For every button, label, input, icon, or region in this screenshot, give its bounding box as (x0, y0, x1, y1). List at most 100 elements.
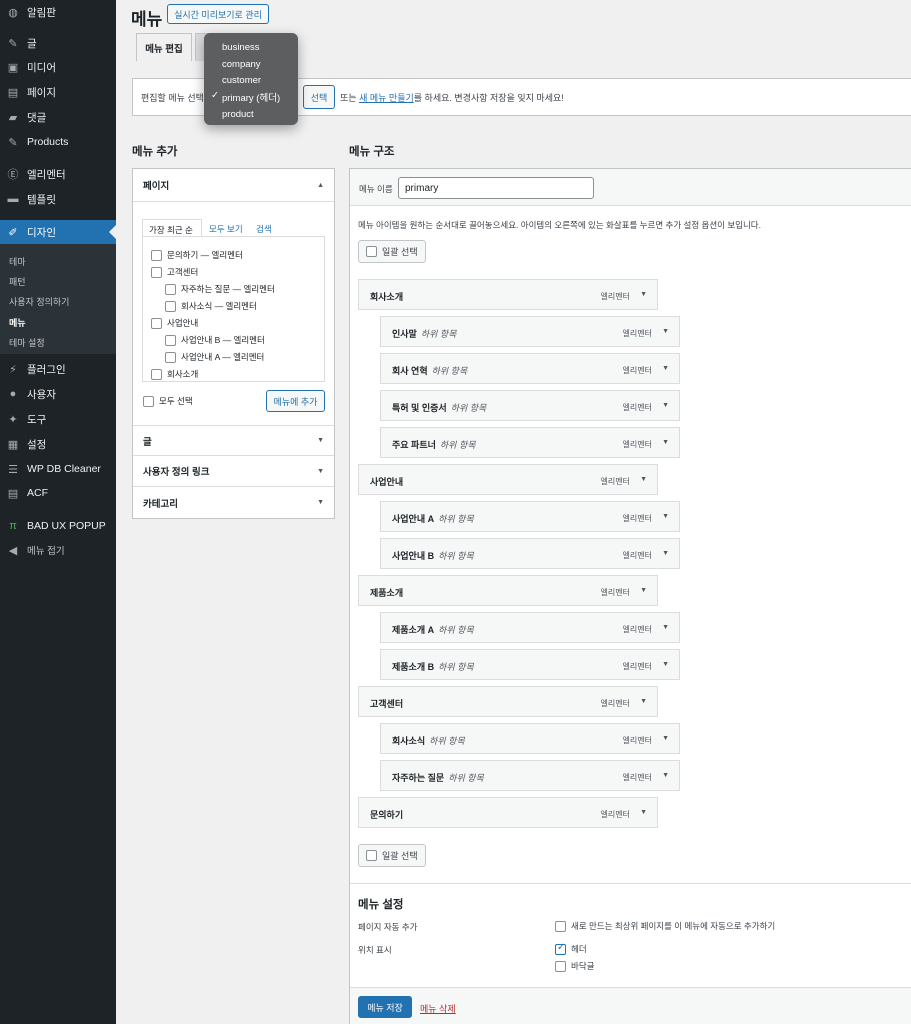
list-item[interactable]: 자주하는 질문 — 엘리멘터 (165, 283, 275, 295)
save-menu-button[interactable]: 메뉴 저장 (358, 996, 412, 1018)
dropdown-option[interactable]: customer (204, 72, 298, 89)
tab-search[interactable]: 검색 (256, 223, 272, 235)
checkbox[interactable] (165, 300, 176, 312)
menu-item-child[interactable]: 회사 연혁 하위 항목 엘리멘터 ▼ (380, 353, 680, 384)
expand-arrow-icon[interactable]: ▼ (662, 624, 669, 631)
menu-item-child[interactable]: 회사소식 하위 항목 엘리멘터 ▼ (380, 723, 680, 754)
menu-item[interactable]: 사업안내 엘리멘터 ▼ (358, 464, 658, 495)
checkbox[interactable] (555, 960, 566, 972)
menu-item-child[interactable]: 사업안내 A 하위 항목 엘리멘터 ▼ (380, 501, 680, 532)
checkbox-checked[interactable] (555, 942, 566, 955)
sidebar-item-plugins[interactable]: ⚡ 플러그인 (0, 357, 116, 381)
menu-item-child[interactable]: 주요 파트너 하위 항목 엘리멘터 ▼ (380, 427, 680, 458)
sidebar-item-settings[interactable]: ▦ 설정 (0, 432, 116, 456)
sidebar-item-products[interactable]: ✎ Products (0, 130, 116, 154)
expand-arrow-icon[interactable]: ▼ (662, 772, 669, 779)
menu-name-input[interactable] (398, 177, 594, 199)
menu-item[interactable]: 문의하기 엘리멘터 ▼ (358, 797, 658, 828)
checkbox[interactable] (151, 368, 162, 380)
checkbox[interactable] (165, 283, 176, 295)
checkbox[interactable] (555, 920, 566, 932)
sidebar-collapse[interactable]: ◀ 메뉴 접기 (0, 538, 116, 562)
expand-arrow-icon[interactable]: ▼ (662, 735, 669, 742)
list-item[interactable]: 고객센터 (151, 266, 198, 278)
tab-edit-menus[interactable]: 메뉴 편집 (136, 33, 192, 61)
list-item[interactable]: 문의하기 — 엘리멘터 (151, 249, 243, 261)
sidebar-item-acf[interactable]: ▤ ACF (0, 481, 116, 505)
menu-item-child[interactable]: 제품소개 A 하위 항목 엘리멘터 ▼ (380, 612, 680, 643)
dropdown-option-selected[interactable]: ✓ primary (헤더) (204, 89, 298, 106)
menu-item-child[interactable]: 제품소개 B 하위 항목 엘리멘터 ▼ (380, 649, 680, 680)
submenu-theme[interactable]: 테마 (9, 255, 26, 268)
submenu-theme-settings[interactable]: 테마 설정 (9, 336, 45, 349)
dropdown-option[interactable]: product (204, 106, 298, 123)
sidebar-item-comments[interactable]: ▰ 댓글 (0, 105, 116, 129)
sidebar-item-templates[interactable]: ▬ 템플릿 (0, 187, 116, 211)
expand-arrow-icon[interactable]: ▼ (640, 587, 647, 594)
live-preview-button[interactable]: 실시간 미리보기로 관리 (167, 4, 269, 24)
checkbox[interactable] (165, 334, 176, 346)
checkbox[interactable] (151, 249, 162, 261)
expand-arrow-icon[interactable]: ▼ (662, 439, 669, 446)
menu-item-child[interactable]: 특허 및 인증서 하위 항목 엘리멘터 ▼ (380, 390, 680, 421)
sidebar-item-posts[interactable]: ✎ 글 (0, 31, 116, 55)
list-item[interactable]: 회사소식 — 엘리멘터 (165, 300, 257, 312)
auto-add-option[interactable]: 새로 만드는 최상위 페이지를 이 메뉴에 자동으로 추가하기 (555, 920, 775, 932)
sidebar-item-elementor[interactable]: Ⓔ 엘리멘터 (0, 162, 116, 186)
expand-arrow-icon[interactable]: ▼ (640, 291, 647, 298)
submenu-patterns[interactable]: 패턴 (9, 275, 26, 288)
location-footer-option[interactable]: 바닥글 (555, 960, 594, 972)
checkbox[interactable] (151, 317, 162, 329)
tab-view-all[interactable]: 모두 보기 (209, 223, 243, 235)
menu-select-dropdown[interactable]: business company customer ✓ primary (헤더) … (204, 33, 298, 125)
expand-arrow-icon[interactable]: ▼ (662, 328, 669, 335)
sidebar-item-design[interactable]: ✐ 디자인 (0, 220, 116, 244)
posts-accordion-head[interactable]: 글 ▼ (133, 425, 334, 456)
sidebar-item-media[interactable]: ▣ 미디어 (0, 55, 116, 79)
bulk-select-button-bottom[interactable]: 일괄 선택 (358, 844, 426, 867)
select-all-pages[interactable]: 모두 선택 (143, 395, 193, 407)
sidebar-item-users[interactable]: ● 사용자 (0, 382, 116, 406)
list-item[interactable]: 사업안내 B — 엘리멘터 (165, 334, 265, 346)
expand-arrow-icon[interactable]: ▼ (640, 698, 647, 705)
pages-accordion-head[interactable]: 페이지 ▲ (133, 169, 334, 202)
expand-arrow-icon[interactable]: ▼ (662, 550, 669, 557)
sidebar-item-tools[interactable]: ✦ 도구 (0, 407, 116, 431)
menu-item[interactable]: 제품소개 엘리멘터 ▼ (358, 575, 658, 606)
menu-item[interactable]: 고객센터 엘리멘터 ▼ (358, 686, 658, 717)
add-to-menu-button[interactable]: 메뉴에 추가 (266, 390, 325, 412)
sidebar-item-bad-ux-popup[interactable]: π BAD UX POPUP (0, 514, 116, 538)
create-menu-link[interactable]: 새 메뉴 만들기 (359, 93, 414, 103)
expand-arrow-icon[interactable]: ▼ (640, 476, 647, 483)
categories-accordion-head[interactable]: 카테고리 ▼ (133, 487, 334, 518)
delete-menu-link[interactable]: 메뉴 삭제 (420, 1002, 456, 1015)
expand-arrow-icon[interactable]: ▼ (662, 661, 669, 668)
sidebar-item-pages[interactable]: ▤ 페이지 (0, 80, 116, 104)
sidebar-item-dashboard[interactable]: ◍ 알림판 (0, 0, 116, 24)
custom-links-accordion-head[interactable]: 사용자 정의 링크 ▼ (133, 456, 334, 487)
expand-arrow-icon[interactable]: ▼ (662, 513, 669, 520)
submenu-customize[interactable]: 사용자 정의하기 (9, 295, 69, 308)
list-item[interactable]: 사업안내 A — 엘리멘터 (165, 351, 264, 363)
menu-item-child[interactable]: 자주하는 질문 하위 항목 엘리멘터 ▼ (380, 760, 680, 791)
menu-item-child[interactable]: 인사말 하위 항목 엘리멘터 ▼ (380, 316, 680, 347)
expand-arrow-icon[interactable]: ▼ (640, 809, 647, 816)
menu-item-child[interactable]: 사업안내 B 하위 항목 엘리멘터 ▼ (380, 538, 680, 569)
list-item[interactable]: 회사소개 (151, 368, 198, 380)
dropdown-option[interactable]: business (204, 39, 298, 56)
checkbox[interactable] (143, 395, 154, 407)
checkbox[interactable] (165, 351, 176, 363)
tab-most-recent[interactable]: 가장 최근 순 (142, 219, 202, 237)
menu-item[interactable]: 회사소개 엘리멘터 ▼ (358, 279, 658, 310)
dropdown-option[interactable]: company (204, 56, 298, 73)
expand-arrow-icon[interactable]: ▼ (662, 402, 669, 409)
bulk-select-button[interactable]: 일괄 선택 (358, 240, 426, 263)
location-header-option[interactable]: 헤더 (555, 942, 587, 955)
expand-arrow-icon[interactable]: ▼ (662, 365, 669, 372)
sidebar-item-wp-db-cleaner[interactable]: ☰ WP DB Cleaner (0, 457, 116, 481)
checkbox[interactable] (151, 266, 162, 278)
select-button[interactable]: 선택 (303, 85, 335, 109)
submenu-menus[interactable]: 메뉴 (9, 316, 26, 329)
folder-icon: ▬ (7, 193, 19, 205)
list-item[interactable]: 사업안내 (151, 317, 198, 329)
